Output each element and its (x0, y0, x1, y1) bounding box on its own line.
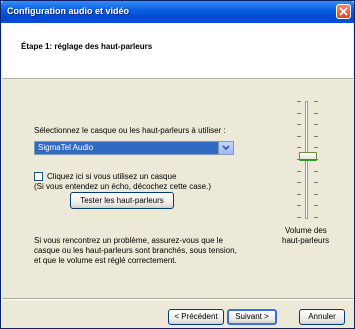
audio-video-wizard-window: Configuration audio et vidéo Étape 1: ré… (0, 0, 355, 329)
close-icon (339, 7, 348, 16)
volume-tick (297, 171, 301, 172)
volume-tick (297, 101, 301, 102)
title-bar[interactable]: Configuration audio et vidéo (1, 1, 354, 23)
chevron-down-icon (222, 145, 230, 151)
help-text-line-2: casque ou les haut-parleurs sont branché… (34, 246, 237, 255)
volume-tick (314, 101, 318, 102)
wizard-header: Étape 1: réglage des haut-parleurs (2, 23, 353, 79)
previous-button[interactable]: < Précédent (168, 309, 224, 325)
speaker-select-label: Sélectionnez le casque ou les haut-parle… (34, 126, 226, 135)
volume-tick (297, 194, 301, 195)
volume-tick (314, 217, 318, 218)
next-button[interactable]: Suivant > (227, 309, 277, 325)
volume-tick (314, 205, 318, 206)
volume-tick (297, 205, 301, 206)
volume-label-line-2: haut-parleurs (282, 236, 330, 245)
volume-tick (297, 124, 301, 125)
volume-tick (314, 136, 318, 137)
volume-slider-thumb[interactable] (299, 152, 317, 161)
footer-divider (2, 298, 353, 300)
volume-tick (314, 194, 318, 195)
volume-tick (314, 182, 318, 183)
volume-tick (297, 182, 301, 183)
volume-tick (314, 113, 318, 114)
help-text-line-3: et que le volume est réglé correctement. (34, 256, 177, 265)
window-title: Configuration audio et vidéo (7, 6, 129, 16)
volume-tick (297, 217, 301, 218)
volume-tick (314, 124, 318, 125)
speaker-select[interactable]: SigmaTel Audio (34, 141, 234, 155)
speaker-select-value: SigmaTel Audio (38, 143, 94, 152)
volume-tick (314, 171, 318, 172)
headset-checkbox[interactable] (34, 172, 43, 181)
volume-tick (314, 147, 318, 148)
cancel-button[interactable]: Annuler (299, 309, 345, 325)
help-text-line-1: Si vous rencontrez un problème, assurez-… (34, 236, 223, 245)
volume-tick (297, 136, 301, 137)
echo-note: (Si vous entendez un écho, décochez cett… (34, 182, 211, 191)
volume-label-line-1: Volume des (285, 226, 327, 235)
test-speakers-button[interactable]: Tester les haut-parleurs (70, 192, 174, 209)
page-title: Étape 1: réglage des haut-parleurs (21, 42, 153, 51)
volume-tick (297, 147, 301, 148)
headset-checkbox-label[interactable]: Cliquez ici si vous utilisez un casque (47, 172, 176, 181)
volume-tick (297, 113, 301, 114)
close-button[interactable] (336, 4, 351, 19)
dropdown-button[interactable] (218, 142, 233, 154)
